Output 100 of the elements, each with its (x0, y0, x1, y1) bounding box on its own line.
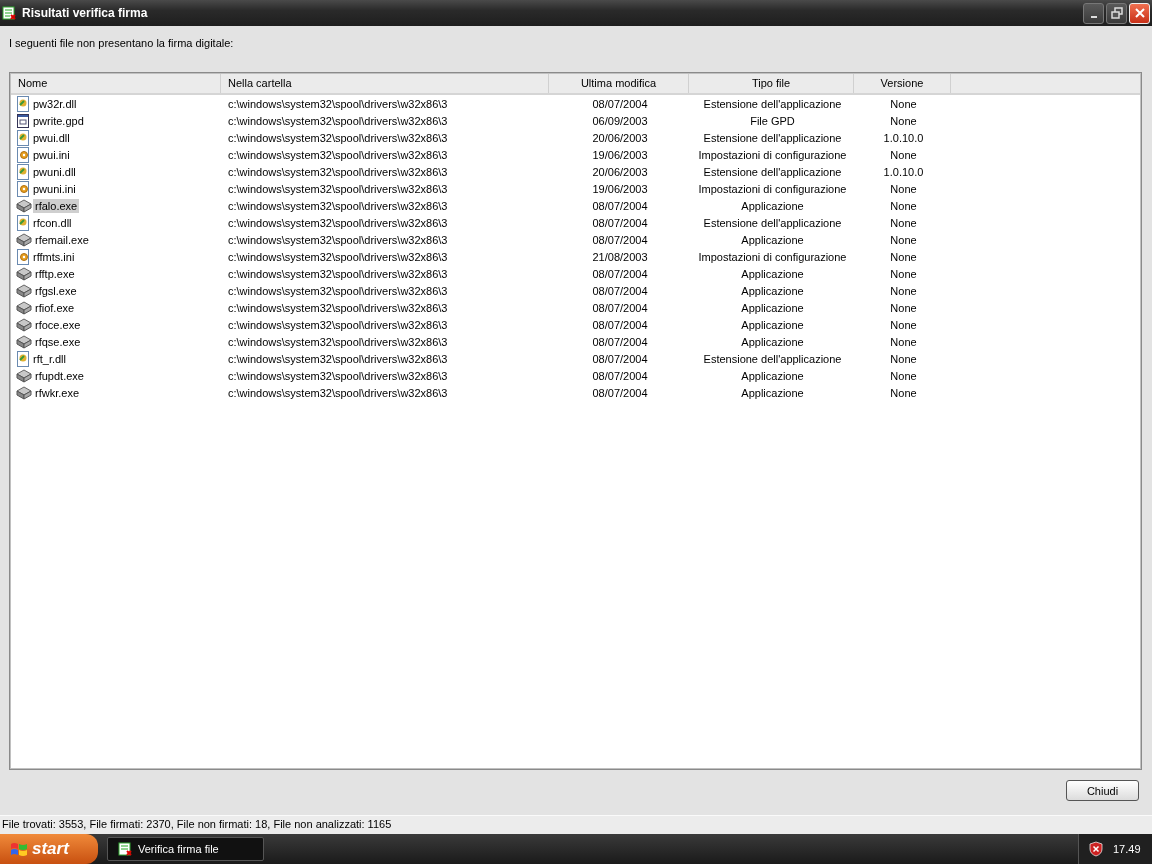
date-cell-text: 19/06/2003 (591, 182, 649, 195)
version-cell-text: None (889, 301, 918, 314)
version-cell-text: None (889, 250, 918, 263)
date-cell-text: 19/06/2003 (591, 148, 649, 161)
date-cell-text: 08/07/2004 (591, 284, 649, 297)
type-cell-text: Estensione dell'applicazione (702, 131, 843, 144)
document-icon (16, 95, 30, 112)
date-cell-text: 08/07/2004 (591, 216, 649, 229)
date-cell-text: 08/07/2004 (591, 199, 649, 212)
box-icon (16, 232, 32, 247)
close-button[interactable] (1129, 2, 1150, 24)
file-name[interactable]: rfcon.dll (31, 215, 74, 230)
version-cell-text: None (889, 284, 918, 297)
version-cell-text: None (889, 97, 918, 110)
type-cell-text: Applicazione (740, 199, 805, 212)
version-cell-text: None (889, 369, 918, 382)
file-name[interactable]: pw32r.dll (31, 96, 79, 111)
file-name[interactable]: rfalo.exe (33, 198, 80, 213)
date-cell-text: 20/06/2003 (591, 131, 649, 144)
file-name[interactable]: rfiof.exe (33, 300, 77, 315)
clock: 17.49 (1113, 843, 1141, 855)
version-cell-text: None (889, 199, 918, 212)
date-cell-text: 08/07/2004 (591, 233, 649, 246)
minimize-button[interactable] (1083, 2, 1104, 24)
folder-cell-text: c:\windows\system32\spool\drivers\w32x86\3 (227, 386, 449, 399)
file-name[interactable]: pwuni.dll (31, 164, 78, 179)
column-header[interactable]: Nella cartella (221, 74, 549, 93)
box-icon (16, 385, 32, 400)
folder-cell-text: c:\windows\system32\spool\drivers\w32x86\3 (227, 284, 449, 297)
folder-cell-text: c:\windows\system32\spool\drivers\w32x86\3 (227, 267, 449, 280)
app-icon (2, 6, 16, 20)
document-icon (16, 350, 30, 367)
type-cell-text: Applicazione (740, 369, 805, 382)
version-cell-text: 1.0.10.0 (882, 165, 925, 178)
file-name[interactable]: rfoce.exe (33, 317, 83, 332)
file-name[interactable]: rfemail.exe (33, 232, 91, 247)
type-cell-text: Applicazione (740, 318, 805, 331)
shield-icon[interactable] (1089, 841, 1103, 857)
folder-cell-text: c:\windows\system32\spool\drivers\w32x86\3 (227, 216, 449, 229)
document-icon (16, 214, 30, 231)
document-icon (16, 129, 30, 146)
settings-document-icon (16, 180, 30, 197)
version-cell-text: None (889, 335, 918, 348)
date-cell-text: 08/07/2004 (591, 386, 649, 399)
close-icon (1133, 7, 1146, 19)
version-cell-text: None (889, 386, 918, 399)
file-name[interactable]: rfftp.exe (33, 266, 77, 281)
box-icon (16, 317, 32, 332)
box-icon (16, 300, 32, 315)
folder-cell-text: c:\windows\system32\spool\drivers\w32x86\3 (227, 165, 449, 178)
file-name[interactable]: rfupdt.exe (33, 368, 86, 383)
date-cell-text: 08/07/2004 (591, 301, 649, 314)
version-cell-text: 1.0.10.0 (882, 131, 925, 144)
version-cell-text: None (889, 182, 918, 195)
folder-cell-text: c:\windows\system32\spool\drivers\w32x86\3 (227, 369, 449, 382)
date-cell-text: 08/07/2004 (591, 97, 649, 110)
restore-icon (1110, 7, 1123, 19)
window-title: Risultati verifica firma (22, 6, 148, 20)
type-cell-text: Applicazione (740, 386, 805, 399)
column-header[interactable]: Tipo file (689, 74, 854, 93)
window-document-icon (16, 112, 30, 129)
date-cell-text: 21/08/2003 (591, 250, 649, 263)
folder-cell-text: c:\windows\system32\spool\drivers\w32x86\3 (227, 131, 449, 144)
date-cell-text: 06/09/2003 (591, 114, 649, 127)
file-name[interactable]: rfqse.exe (33, 334, 83, 349)
type-cell-text: Estensione dell'applicazione (702, 352, 843, 365)
type-cell-text: Estensione dell'applicazione (702, 216, 843, 229)
file-name[interactable]: pwrite.gpd (31, 113, 86, 128)
file-name[interactable]: rffmts.ini (31, 249, 77, 264)
column-header[interactable]: Ultima modifica (549, 74, 689, 93)
date-cell-text: 08/07/2004 (591, 352, 649, 365)
file-name[interactable]: pwui.ini (31, 147, 72, 162)
document-icon (16, 163, 30, 180)
type-cell-text: Applicazione (740, 284, 805, 297)
file-name[interactable]: rfgsl.exe (33, 283, 79, 298)
version-cell-text: None (889, 233, 918, 246)
settings-document-icon (16, 146, 30, 163)
folder-cell-text: c:\windows\system32\spool\drivers\w32x86\3 (227, 335, 449, 348)
box-icon (16, 198, 32, 213)
folder-cell-text: c:\windows\system32\spool\drivers\w32x86\3 (227, 233, 449, 246)
box-icon (16, 283, 32, 298)
folder-cell-text: c:\windows\system32\spool\drivers\w32x86\3 (227, 114, 449, 127)
type-cell-text: Impostazioni di configurazione (697, 182, 848, 195)
column-header[interactable]: Nome (11, 74, 221, 93)
minimize-icon (1090, 16, 1097, 18)
windows-flag-icon (10, 841, 28, 857)
type-cell-text: Estensione dell'applicazione (702, 97, 843, 110)
column-header[interactable]: Versione (854, 74, 951, 93)
folder-cell-text: c:\windows\system32\spool\drivers\w32x86\3 (227, 301, 449, 314)
file-name[interactable]: rfwkr.exe (33, 385, 81, 400)
file-name[interactable]: rft_r.dll (31, 351, 68, 366)
date-cell-text: 08/07/2004 (591, 335, 649, 348)
close-dialog-button[interactable]: Chiudi (1066, 780, 1139, 801)
file-name[interactable]: pwuni.ini (31, 181, 78, 196)
file-name[interactable]: pwui.dll (31, 130, 72, 145)
box-icon (16, 266, 32, 281)
type-cell-text: Estensione dell'applicazione (702, 165, 843, 178)
restore-button[interactable] (1106, 2, 1127, 24)
folder-cell-text: c:\windows\system32\spool\drivers\w32x86\3 (227, 97, 449, 110)
taskbar-item[interactable]: Verifica firma file (107, 837, 264, 861)
